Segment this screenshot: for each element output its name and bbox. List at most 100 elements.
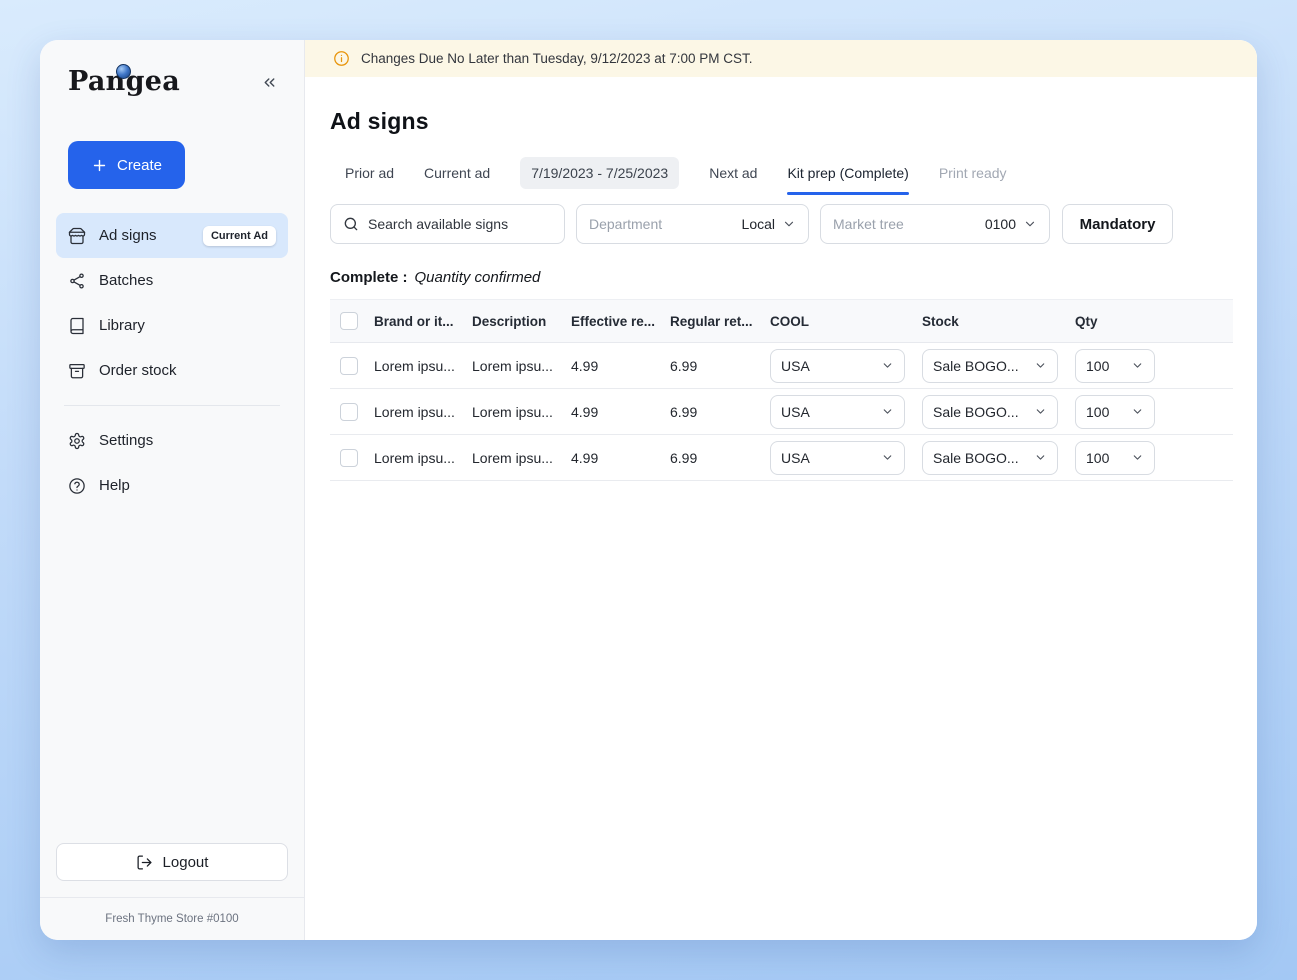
sidebar-item-label: Order stock xyxy=(99,362,177,379)
globe-icon xyxy=(116,64,131,79)
chevrons-left-icon xyxy=(261,74,278,91)
logout-button-label: Logout xyxy=(162,853,209,871)
sidebar-item-order-stock[interactable]: Order stock xyxy=(56,348,288,393)
pangea-logo: Pangea xyxy=(68,64,180,97)
qty-select-value: 100 xyxy=(1086,403,1110,420)
qty-select-value: 100 xyxy=(1086,449,1110,466)
sidebar-item-settings[interactable]: Settings xyxy=(56,418,288,463)
cell-description: Lorem ipsu... xyxy=(472,449,553,466)
status-line: Complete : Quantity confirmed xyxy=(330,269,1233,286)
cell-brand: Lorem ipsu... xyxy=(374,403,455,420)
ad-tabs: Prior ad Current ad 7/19/2023 - 7/25/202… xyxy=(330,151,1233,195)
question-circle-icon xyxy=(68,477,86,495)
cell-regular-retail: 6.99 xyxy=(670,449,698,466)
row-checkbox[interactable] xyxy=(340,402,358,421)
tab-prior-ad[interactable]: Prior ad xyxy=(345,151,394,195)
table-row: Lorem ipsu... Lorem ipsu... 4.99 6.99 US… xyxy=(330,343,1233,389)
chevron-down-icon xyxy=(1023,217,1037,231)
deadline-banner: Changes Due No Later than Tuesday, 9/12/… xyxy=(305,40,1257,77)
cell-effective-retail: 4.99 xyxy=(571,403,599,420)
create-button-label: Create xyxy=(116,156,163,174)
chevron-down-icon xyxy=(1131,405,1144,418)
cell-regular-retail: 6.99 xyxy=(670,403,698,420)
sidebar-collapse-button[interactable] xyxy=(257,70,282,95)
chevron-down-icon xyxy=(782,217,796,231)
chevron-down-icon xyxy=(881,359,894,372)
main-area: Changes Due No Later than Tuesday, 9/12/… xyxy=(305,40,1257,940)
search-box xyxy=(330,204,565,244)
header-cool: COOL xyxy=(770,313,809,329)
sidebar-header: Pangea xyxy=(40,40,304,97)
page-title: Ad signs xyxy=(330,108,429,134)
search-icon xyxy=(343,216,359,232)
create-button[interactable]: Create xyxy=(68,141,185,189)
cell-description: Lorem ipsu... xyxy=(472,357,553,374)
market-tree-select[interactable]: Market tree 0100 xyxy=(820,204,1050,244)
cool-select[interactable]: USA xyxy=(770,348,905,383)
page-content: Ad signs Prior ad Current ad 7/19/2023 -… xyxy=(305,77,1257,481)
market-tree-select-value: 0100 xyxy=(984,216,1016,232)
tab-kit-prep[interactable]: Kit prep (Complete) xyxy=(787,151,910,195)
row-checkbox[interactable] xyxy=(340,356,358,375)
mandatory-button[interactable]: Mandatory xyxy=(1062,204,1173,244)
info-circle-icon xyxy=(333,50,350,67)
storefront-icon xyxy=(68,227,86,245)
archive-icon xyxy=(68,362,86,380)
nodes-icon xyxy=(68,272,86,290)
department-select[interactable]: Department Local xyxy=(576,204,809,244)
stock-select[interactable]: Sale BOGO... xyxy=(922,348,1058,383)
cool-select[interactable]: USA xyxy=(770,394,905,429)
status-value: Quantity confirmed xyxy=(414,269,541,286)
header-regular-retail: Regular ret... xyxy=(670,313,753,329)
chevron-down-icon xyxy=(881,405,894,418)
row-checkbox[interactable] xyxy=(340,448,358,467)
header-qty: Qty xyxy=(1075,313,1098,329)
exit-arrow-icon xyxy=(136,854,153,871)
chevron-down-icon xyxy=(881,451,894,464)
cell-effective-retail: 4.99 xyxy=(571,357,599,374)
sidebar-item-batches[interactable]: Batches xyxy=(56,258,288,303)
cell-description: Lorem ipsu... xyxy=(472,403,553,420)
select-all-checkbox[interactable] xyxy=(340,312,358,330)
sidebar: Pangea Create Ad signs Current Ad Batche… xyxy=(40,40,305,940)
cool-select-value: USA xyxy=(781,403,810,420)
logout-button[interactable]: Logout xyxy=(56,843,288,881)
current-ad-date-chip[interactable]: 7/19/2023 - 7/25/2023 xyxy=(520,157,680,189)
market-tree-select-label: Market tree xyxy=(833,216,904,232)
current-ad-badge: Current Ad xyxy=(202,225,276,246)
stock-select-value: Sale BOGO... xyxy=(933,449,1019,466)
chevron-down-icon xyxy=(1034,359,1047,372)
sidebar-item-label: Library xyxy=(99,317,145,334)
plus-icon xyxy=(91,157,108,174)
sidebar-item-library[interactable]: Library xyxy=(56,303,288,348)
table-row: Lorem ipsu... Lorem ipsu... 4.99 6.99 US… xyxy=(330,435,1233,481)
chevron-down-icon xyxy=(1034,405,1047,418)
cell-effective-retail: 4.99 xyxy=(571,449,599,466)
qty-select[interactable]: 100 xyxy=(1075,440,1155,475)
tab-current-ad[interactable]: Current ad xyxy=(424,151,490,195)
sidebar-item-label: Help xyxy=(99,477,130,494)
stock-select[interactable]: Sale BOGO... xyxy=(922,394,1058,429)
header-brand: Brand or it... xyxy=(374,313,454,329)
tab-next-ad[interactable]: Next ad xyxy=(709,151,757,195)
tab-print-ready[interactable]: Print ready xyxy=(939,151,1007,195)
sidebar-item-help[interactable]: Help xyxy=(56,463,288,508)
qty-select-value: 100 xyxy=(1086,357,1110,374)
qty-select[interactable]: 100 xyxy=(1075,394,1155,429)
header-effective-retail: Effective re... xyxy=(571,313,656,329)
search-input[interactable] xyxy=(368,216,552,232)
gear-icon xyxy=(68,432,86,450)
sidebar-item-label: Settings xyxy=(99,432,154,449)
department-select-label: Department xyxy=(589,216,663,232)
cool-select-value: USA xyxy=(781,357,810,374)
sidebar-item-ad-signs[interactable]: Ad signs Current Ad xyxy=(56,213,288,258)
table-row: Lorem ipsu... Lorem ipsu... 4.99 6.99 US… xyxy=(330,389,1233,435)
stock-select-value: Sale BOGO... xyxy=(933,403,1019,420)
stock-select[interactable]: Sale BOGO... xyxy=(922,440,1058,475)
qty-select[interactable]: 100 xyxy=(1075,348,1155,383)
cell-brand: Lorem ipsu... xyxy=(374,449,455,466)
stock-select-value: Sale BOGO... xyxy=(933,357,1019,374)
deadline-banner-text: Changes Due No Later than Tuesday, 9/12/… xyxy=(361,51,753,66)
cool-select[interactable]: USA xyxy=(770,440,905,475)
